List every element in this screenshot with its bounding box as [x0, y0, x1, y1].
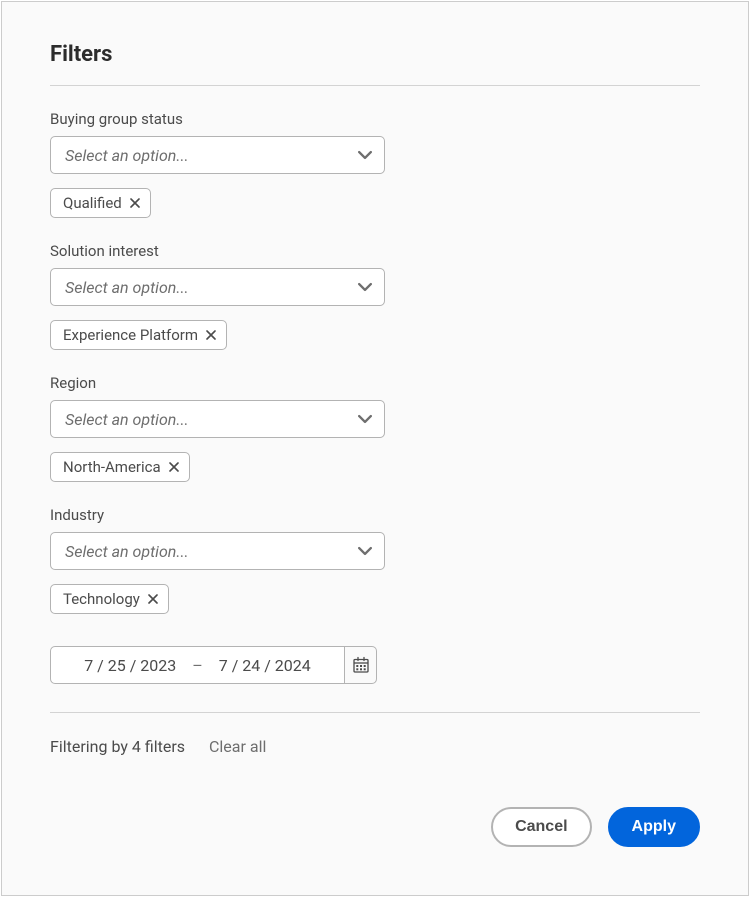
filter-group-solution: Solution interest Select an option... Ex… [50, 242, 700, 350]
solution-select[interactable]: Select an option... [50, 268, 385, 306]
filter-group-region: Region Select an option... North-America [50, 374, 700, 482]
date-separator: – [192, 656, 203, 675]
cancel-button[interactable]: Cancel [491, 807, 591, 847]
calendar-icon [352, 656, 370, 674]
chevron-down-icon [358, 280, 372, 294]
region-placeholder: Select an option... [65, 410, 189, 429]
divider-bottom [50, 712, 700, 713]
date-range: 7 / 25 / 2023 – 7 / 24 / 2024 [50, 646, 700, 684]
solution-placeholder: Select an option... [65, 278, 189, 297]
date-range-input[interactable]: 7 / 25 / 2023 – 7 / 24 / 2024 [50, 646, 345, 684]
solution-label: Solution interest [50, 242, 700, 260]
industry-tags: Technology [50, 584, 700, 614]
region-label: Region [50, 374, 700, 392]
tag-label: Experience Platform [63, 326, 198, 344]
filters-panel: Filters Buying group status Select an op… [1, 1, 749, 896]
region-tags: North-America [50, 452, 700, 482]
action-row: Cancel Apply [50, 807, 700, 847]
industry-select[interactable]: Select an option... [50, 532, 385, 570]
tag-technology[interactable]: Technology [50, 584, 169, 614]
tag-label: Qualified [63, 194, 122, 212]
tag-experience-platform[interactable]: Experience Platform [50, 320, 227, 350]
region-select[interactable]: Select an option... [50, 400, 385, 438]
tag-north-america[interactable]: North-America [50, 452, 190, 482]
divider-top [50, 85, 700, 86]
close-icon[interactable] [130, 198, 140, 208]
status-label: Buying group status [50, 110, 700, 128]
date-end: 7 / 24 / 2024 [219, 656, 311, 675]
status-select[interactable]: Select an option... [50, 136, 385, 174]
filter-summary: Filtering by 4 filters Clear all [50, 737, 700, 756]
industry-label: Industry [50, 506, 700, 524]
date-start: 7 / 25 / 2023 [84, 656, 176, 675]
chevron-down-icon [358, 544, 372, 558]
tag-qualified[interactable]: Qualified [50, 188, 151, 218]
status-tags: Qualified [50, 188, 700, 218]
filter-group-industry: Industry Select an option... Technology [50, 506, 700, 614]
tag-label: Technology [63, 590, 140, 608]
solution-tags: Experience Platform [50, 320, 700, 350]
calendar-button[interactable] [345, 646, 377, 684]
filter-group-status: Buying group status Select an option... … [50, 110, 700, 218]
close-icon[interactable] [206, 330, 216, 340]
summary-text: Filtering by 4 filters [50, 737, 185, 756]
tag-label: North-America [63, 458, 161, 476]
close-icon[interactable] [169, 462, 179, 472]
panel-title: Filters [50, 42, 700, 67]
status-placeholder: Select an option... [65, 146, 189, 165]
chevron-down-icon [358, 148, 372, 162]
close-icon[interactable] [148, 594, 158, 604]
industry-placeholder: Select an option... [65, 542, 189, 561]
clear-all-link[interactable]: Clear all [209, 737, 266, 756]
chevron-down-icon [358, 412, 372, 426]
apply-button[interactable]: Apply [608, 807, 700, 847]
